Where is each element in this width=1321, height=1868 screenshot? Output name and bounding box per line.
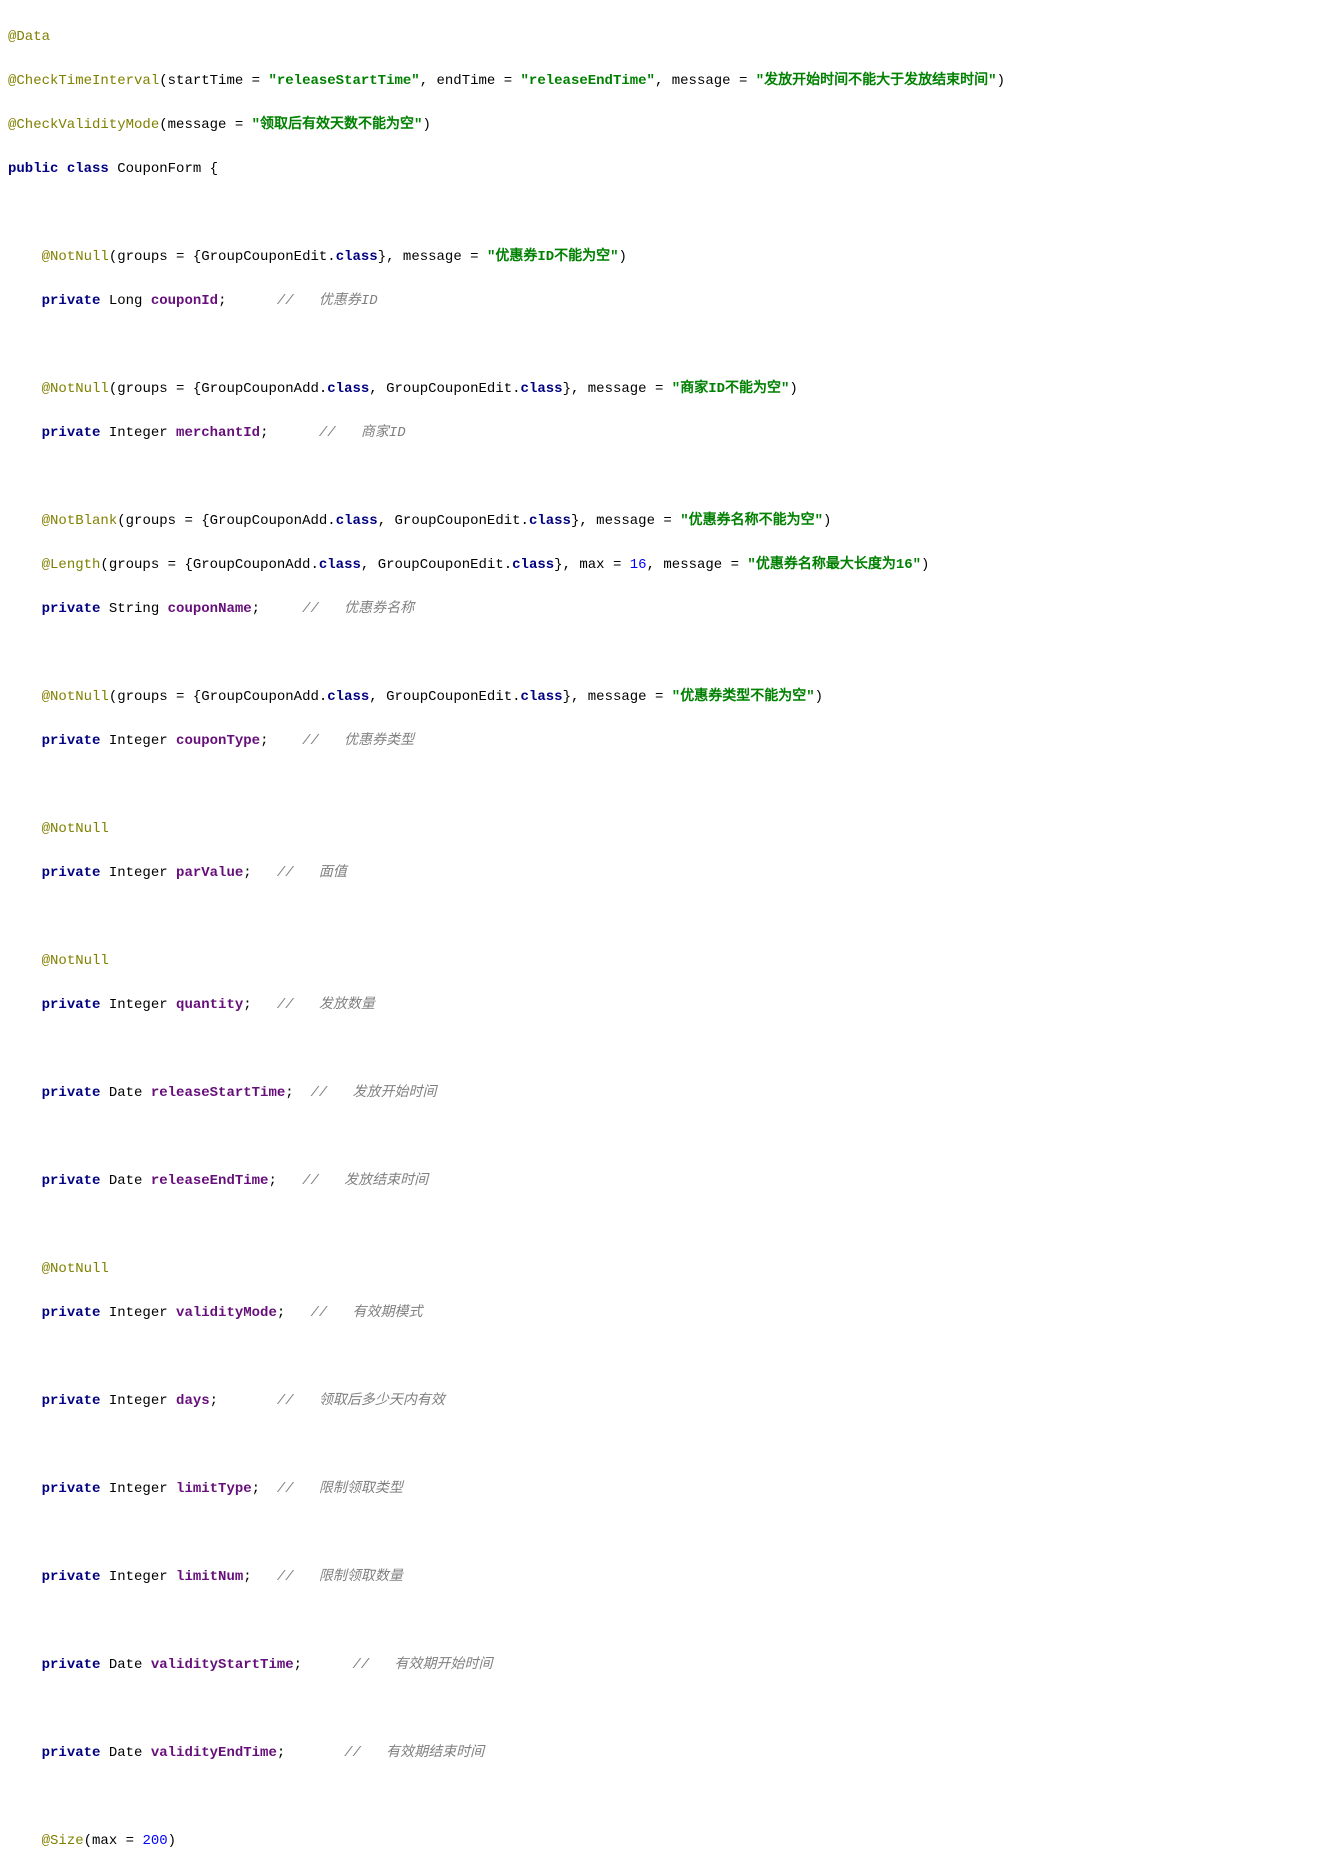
code-line: private Integer merchantId; // 商家ID <box>8 422 1321 444</box>
code-line <box>8 1610 1321 1632</box>
code-line <box>8 1698 1321 1720</box>
code-line: private Integer days; // 领取后多少天内有效 <box>8 1390 1321 1412</box>
code-line <box>8 202 1321 224</box>
code-line <box>8 1522 1321 1544</box>
code-line: @NotNull(groups = {GroupCouponEdit.class… <box>8 246 1321 268</box>
code-line <box>8 1786 1321 1808</box>
code-line <box>8 1038 1321 1060</box>
code-line <box>8 334 1321 356</box>
code-line <box>8 642 1321 664</box>
code-editor[interactable]: @Data @CheckTimeInterval(startTime = "re… <box>0 0 1321 1868</box>
code-line <box>8 1434 1321 1456</box>
code-line: private Date releaseStartTime; // 发放开始时间 <box>8 1082 1321 1104</box>
code-line: @Size(max = 200) <box>8 1830 1321 1852</box>
code-line: @CheckTimeInterval(startTime = "releaseS… <box>8 70 1321 92</box>
annotation-check-validity: @CheckValidityMode <box>8 117 159 133</box>
code-line: private Date validityEndTime; // 有效期结束时间 <box>8 1742 1321 1764</box>
code-line: private Integer validityMode; // 有效期模式 <box>8 1302 1321 1324</box>
code-line: private Date validityStartTime; // 有效期开始… <box>8 1654 1321 1676</box>
code-line: private Long couponId; // 优惠券ID <box>8 290 1321 312</box>
code-line: @CheckValidityMode(message = "领取后有效天数不能为… <box>8 114 1321 136</box>
code-line: private Integer parValue; // 面值 <box>8 862 1321 884</box>
code-line <box>8 1126 1321 1148</box>
code-line <box>8 1346 1321 1368</box>
code-line: @NotBlank(groups = {GroupCouponAdd.class… <box>8 510 1321 532</box>
code-line <box>8 466 1321 488</box>
code-line: private Date releaseEndTime; // 发放结束时间 <box>8 1170 1321 1192</box>
code-line: private String couponName; // 优惠券名称 <box>8 598 1321 620</box>
code-line <box>8 774 1321 796</box>
code-line: @NotNull <box>8 818 1321 840</box>
code-line: @NotNull <box>8 1258 1321 1280</box>
code-line: @NotNull <box>8 950 1321 972</box>
code-line: private Integer limitType; // 限制领取类型 <box>8 1478 1321 1500</box>
annotation-check-time: @CheckTimeInterval <box>8 73 159 89</box>
code-line: @NotNull(groups = {GroupCouponAdd.class,… <box>8 378 1321 400</box>
code-line: @NotNull(groups = {GroupCouponAdd.class,… <box>8 686 1321 708</box>
code-line: private Integer quantity; // 发放数量 <box>8 994 1321 1016</box>
code-line: @Data <box>8 26 1321 48</box>
code-line: private Integer limitNum; // 限制领取数量 <box>8 1566 1321 1588</box>
annotation-data: @Data <box>8 29 50 45</box>
code-line: @Length(groups = {GroupCouponAdd.class, … <box>8 554 1321 576</box>
code-line: private Integer couponType; // 优惠券类型 <box>8 730 1321 752</box>
code-line <box>8 906 1321 928</box>
code-line: public class CouponForm { <box>8 158 1321 180</box>
code-line <box>8 1214 1321 1236</box>
